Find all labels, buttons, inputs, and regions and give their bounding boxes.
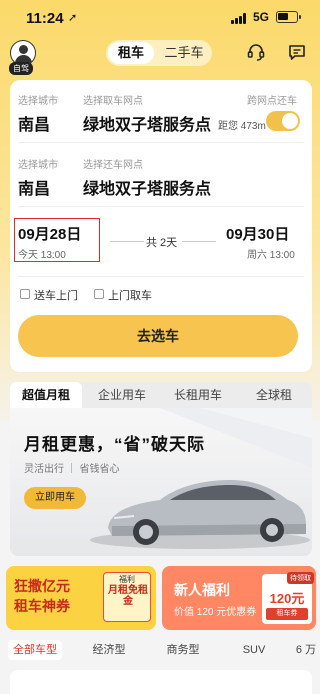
tab-global[interactable]: 全球租: [238, 382, 310, 408]
tab-long-term[interactable]: 长租用车: [162, 382, 234, 408]
monthly-rental-banner[interactable]: 月租更惠，“省”破天际 灵活出行 ｜ 省钱省心 立即用车: [10, 408, 312, 556]
mode-switch: 租车 二手车: [106, 40, 212, 66]
pickup-service-label: 上门取车: [108, 290, 152, 302]
pickup-point[interactable]: 绿地双子塔服务点: [83, 111, 211, 135]
status-bar: 11:24 ➚ 5G: [0, 0, 320, 36]
delivery-checkbox[interactable]: [20, 289, 30, 299]
coupon-name: 租车券: [266, 608, 308, 620]
choose-car-button[interactable]: 去选车: [18, 315, 298, 357]
tag-label: 福利: [119, 575, 135, 584]
return-city-label: 选择城市: [18, 160, 58, 171]
duration-line-left: [110, 241, 144, 242]
cross-point-toggle[interactable]: [266, 111, 300, 131]
newcomer-promo[interactable]: 新人福利 价值 120 元优惠券 待领取 120元 租车券: [162, 566, 316, 630]
coupon-badge: 待领取: [287, 572, 314, 584]
battery-icon: [276, 11, 301, 23]
return-point-label: 选择还车网点: [83, 160, 143, 171]
newcomer-subtitle: 价值 120 元优惠券: [174, 607, 257, 618]
rental-duration: 共 2天: [146, 237, 178, 249]
pickup-city-label: 选择城市: [18, 96, 58, 107]
filter-more[interactable]: 6 万: [292, 640, 320, 660]
monthly-free-tag: 福利 月租免租金: [103, 572, 151, 622]
coupon-promo-title: 狂撒亿元 租车神券: [14, 576, 70, 616]
coupon-amount: 120元: [269, 591, 305, 606]
divider: [18, 276, 304, 277]
banner-title: 月租更惠，“省”破天际: [24, 435, 205, 454]
tag-text: 月租免租金: [108, 585, 148, 607]
return-city[interactable]: 南昌: [18, 175, 50, 199]
pickup-service-checkbox[interactable]: [94, 289, 104, 299]
status-time: 11:24: [26, 10, 64, 27]
pickup-date[interactable]: 09月28日: [18, 223, 81, 244]
divider: [18, 142, 304, 143]
tab-used-car[interactable]: 二手车: [160, 42, 208, 64]
return-time: 周六 13:00: [247, 250, 295, 261]
booking-card: 选择城市 选择取车网点 跨网点还车 南昌 绿地双子塔服务点 距您 473m 选择…: [10, 80, 312, 372]
signal-icon: [231, 13, 247, 24]
tab-monthly[interactable]: 超值月租: [10, 382, 82, 408]
return-date[interactable]: 09月30日: [226, 223, 289, 244]
coupon-promo-line1: 狂撒亿元: [14, 578, 70, 594]
coupon-promo-line2: 租车神券: [14, 598, 70, 614]
coupon-card: 待领取 120元 租车券: [262, 572, 314, 624]
pickup-time: 今天 13:00: [18, 250, 66, 261]
location-arrow-icon: ➚: [68, 12, 78, 24]
divider: [18, 206, 304, 207]
distance-text: 距您 473m: [218, 121, 266, 132]
pickup-city[interactable]: 南昌: [18, 111, 50, 135]
network-type: 5G: [253, 10, 270, 24]
avatar-badge: 自驾: [9, 62, 33, 75]
filter-economy[interactable]: 经济型: [84, 640, 134, 660]
duration-line-right: [182, 241, 216, 242]
coupon-promo[interactable]: 狂撒亿元 租车神券 福利 月租免租金: [6, 566, 156, 630]
pickup-point-label: 选择取车网点: [83, 96, 143, 107]
tab-rent[interactable]: 租车: [108, 42, 154, 64]
banner-subtitle: 灵活出行 ｜ 省钱省心: [24, 464, 120, 475]
tab-enterprise[interactable]: 企业用车: [86, 382, 158, 408]
rental-tabs: 超值月租 企业用车 长租用车 全球租: [10, 382, 312, 408]
car-list-preview: [10, 670, 312, 694]
headset-icon[interactable]: [246, 42, 266, 62]
return-point[interactable]: 绿地双子塔服务点: [83, 175, 211, 199]
newcomer-title: 新人福利: [174, 582, 230, 598]
filter-all[interactable]: 全部车型: [8, 640, 62, 660]
cross-point-label: 跨网点还车: [247, 96, 297, 107]
message-icon[interactable]: [287, 42, 307, 62]
delivery-label: 送车上门: [34, 290, 78, 302]
filter-suv[interactable]: SUV: [236, 640, 272, 660]
use-now-button[interactable]: 立即用车: [24, 487, 86, 509]
filter-business[interactable]: 商务型: [158, 640, 208, 660]
